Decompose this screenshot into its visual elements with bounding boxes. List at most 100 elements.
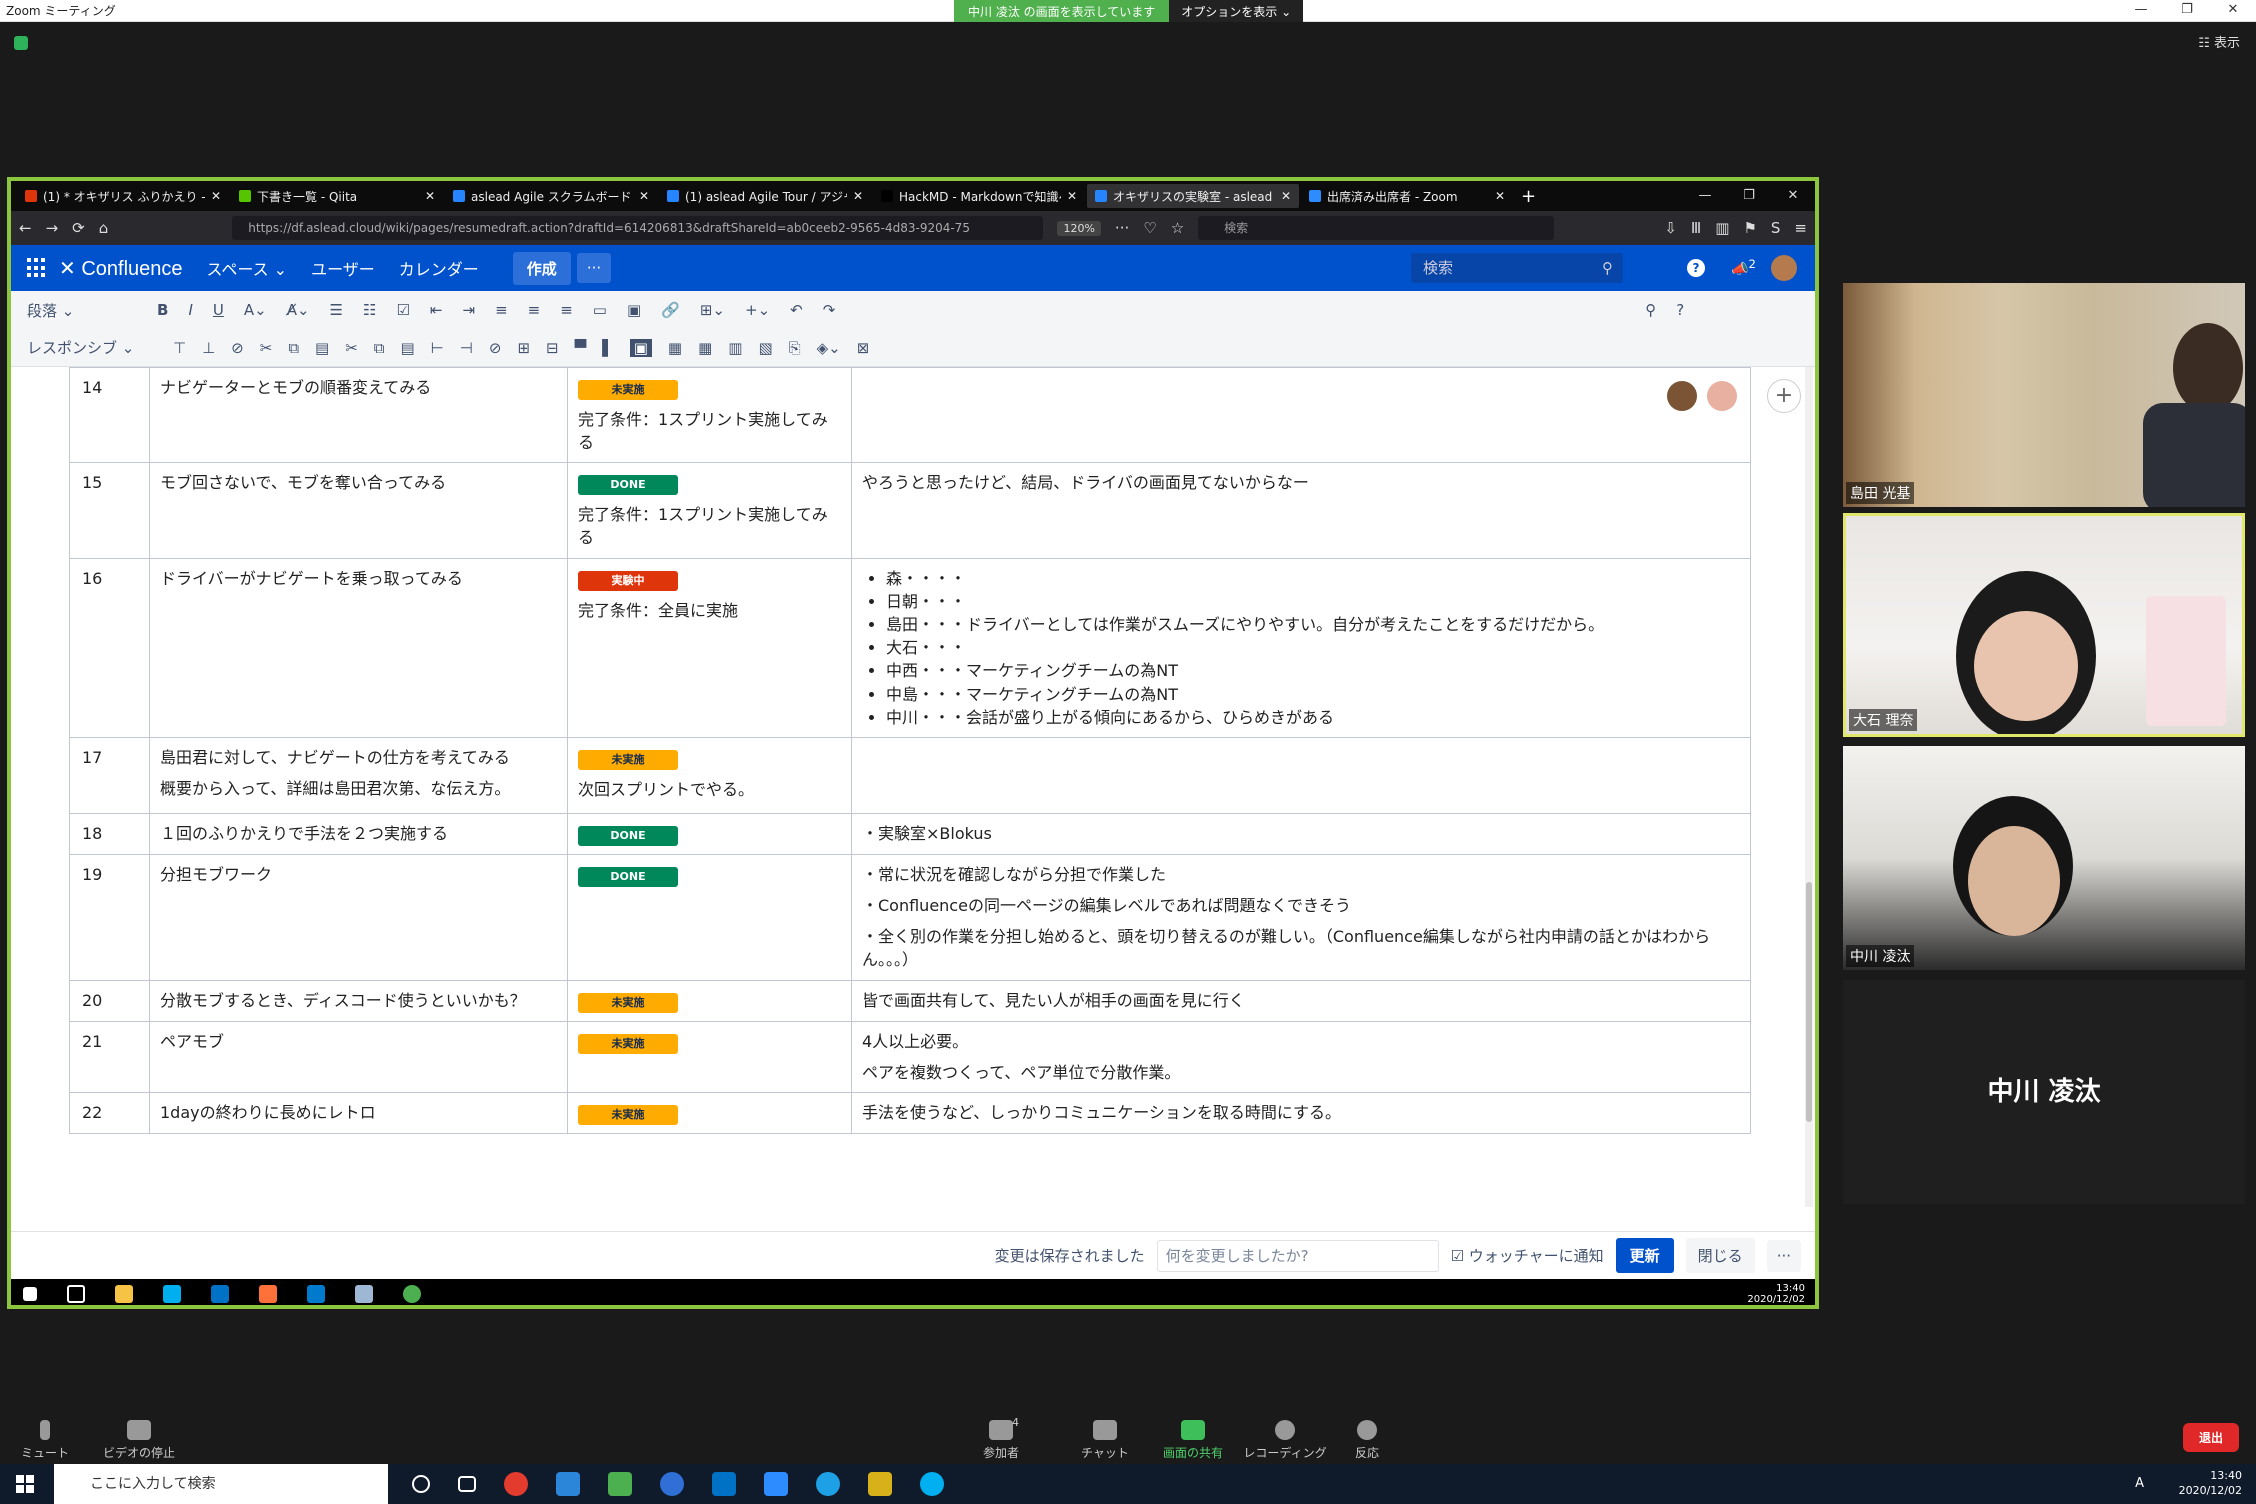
cell-color-icon[interactable]: ◈⌄ (817, 339, 841, 357)
indent-icon[interactable]: ⇥ (462, 301, 475, 319)
user-avatar[interactable] (1771, 255, 1797, 281)
outdent-icon[interactable]: ⇤ (430, 301, 443, 319)
pixel-app-icon[interactable] (868, 1472, 892, 1496)
bookmark-star-icon[interactable]: ☆ (1171, 219, 1184, 237)
chrome-icon[interactable] (504, 1472, 528, 1496)
ime-indicator[interactable]: A (2135, 1476, 2144, 1491)
collaborator-avatar[interactable] (1667, 381, 1697, 411)
back-icon[interactable]: ← (19, 219, 32, 237)
notes-cell[interactable]: 4人以上必要。 ペアを複数つくって、ペア単位で分散作業。 (851, 1020, 1751, 1093)
zoom-level-badge[interactable]: 120% (1057, 220, 1101, 236)
minimize-icon[interactable]: — (1683, 181, 1727, 211)
bullet-list-icon[interactable]: ☰ (330, 301, 343, 319)
highlight-row-icon[interactable]: ▦ (668, 339, 682, 357)
status-badge[interactable]: DONE (578, 475, 678, 496)
notes-icon[interactable] (355, 1285, 373, 1303)
cut-column-icon[interactable]: ✂ (345, 339, 358, 357)
extension-icon[interactable]: ⚑ (1743, 219, 1756, 237)
tab-close-icon[interactable]: ✕ (425, 189, 435, 203)
participant-video[interactable]: 中川 凌汰 (1843, 746, 2245, 970)
notes-cell[interactable]: やろうと思ったけど、結局、ドライバの画面見てないからなー (851, 462, 1751, 559)
video-button[interactable]: ビデオの停止 (94, 1420, 184, 1461)
leave-button[interactable]: 退出 (2183, 1423, 2240, 1452)
status-cell[interactable]: 実験中 完了条件：全員に実施 (567, 557, 852, 738)
tab-close-icon[interactable]: ✕ (211, 189, 221, 203)
outlook-icon[interactable] (211, 1285, 229, 1303)
tab-close-icon[interactable]: ✕ (1495, 189, 1505, 203)
insert-icon[interactable]: +⌄ (745, 301, 770, 319)
status-cell[interactable]: DONE (567, 853, 852, 981)
notes-cell[interactable]: 皆で画面共有して、見たい人が相手の画面を見に行く (851, 979, 1751, 1022)
insert-column-after-icon[interactable]: ⊣ (460, 339, 473, 357)
clover-icon[interactable] (608, 1472, 632, 1496)
status-badge[interactable]: 未実施 (578, 1104, 678, 1125)
create-more-button[interactable]: ··· (576, 253, 612, 283)
link-icon[interactable]: 🔗 (661, 301, 680, 319)
redo-icon[interactable]: ↷ (823, 301, 836, 319)
scrollbar-thumb[interactable] (1806, 882, 1812, 1122)
notes-cell[interactable]: ・実験室×Blokus (851, 812, 1751, 855)
remove-table-icon[interactable]: ▧ (758, 339, 772, 357)
chrome-icon[interactable] (403, 1285, 421, 1303)
reload-icon[interactable]: ⟳ (72, 219, 85, 237)
notes-cell[interactable]: 森・・・・日朝・・・島田・・・ドライバーとしては作業がスムーズにやりやすい。自分… (851, 557, 1751, 738)
task-view-icon[interactable] (67, 1285, 85, 1303)
paste-column-icon[interactable]: ▤ (401, 339, 415, 357)
heading-column-icon[interactable]: ▌ (602, 339, 614, 357)
action-cell[interactable]: ドライバーがナビゲートを乗っ取ってみる (149, 557, 568, 738)
os-search-input[interactable]: ここに入力して検索 (54, 1464, 388, 1504)
notes-cell[interactable] (851, 736, 1751, 814)
pocket-icon[interactable]: ♡ (1143, 219, 1156, 237)
editor-help-icon[interactable]: ? (1676, 301, 1684, 319)
vscode-icon[interactable] (307, 1285, 325, 1303)
underline-icon[interactable]: U (213, 301, 224, 319)
table-icon[interactable]: ⊞⌄ (700, 301, 725, 319)
browser-tab[interactable]: 出席済み出席者 - Zoom ✕ (1301, 184, 1513, 208)
paragraph-style-select[interactable]: 段落 ⌄ (27, 300, 137, 321)
copy-row-icon[interactable]: ⧉ (288, 339, 299, 357)
firefox-icon[interactable] (259, 1285, 277, 1303)
delete-row-icon[interactable]: ⊘ (231, 339, 244, 357)
add-collaborator-button[interactable]: + (1767, 379, 1801, 413)
more-formatting-icon[interactable]: A̸⌄ (287, 301, 310, 319)
tab-close-icon[interactable]: ✕ (853, 189, 863, 203)
copy-table-icon[interactable]: ⎘ (789, 339, 801, 357)
menu-icon[interactable]: ≡ (1794, 219, 1807, 237)
close-button[interactable]: 閉じる (1685, 1238, 1755, 1273)
more-actions-button[interactable]: ··· (1766, 1239, 1801, 1272)
skype-icon[interactable] (920, 1472, 944, 1496)
record-button[interactable]: レコーディング (1240, 1420, 1330, 1461)
chat-button[interactable]: チャット (1060, 1420, 1150, 1461)
browser-tab[interactable]: オキザリスの実験室 - aslead Agile ✕ (1087, 184, 1299, 208)
minimize-icon[interactable]: — (2118, 0, 2164, 22)
table-width-select[interactable]: レスポンシブ ⌄ (27, 337, 157, 358)
insert-row-before-icon[interactable]: ⊤ (173, 339, 186, 357)
tab-close-icon[interactable]: ✕ (639, 189, 649, 203)
status-badge[interactable]: 未実施 (578, 749, 678, 770)
paste-row-icon[interactable]: ▤ (315, 339, 329, 357)
explorer-icon[interactable] (115, 1285, 133, 1303)
delete-column-icon[interactable]: ⊘ (489, 339, 502, 357)
insert-column-before-icon[interactable]: ⊢ (431, 339, 444, 357)
confluence-search-input[interactable]: 検索 ⚲ (1411, 253, 1623, 283)
close-icon[interactable]: ✕ (1771, 181, 1815, 211)
help-icon[interactable]: ? (1687, 259, 1705, 277)
options-button[interactable]: オプションを表示 ⌄ (1169, 0, 1304, 22)
status-cell[interactable]: 未実施 (567, 1091, 852, 1134)
browser-search-input[interactable]: 検索 (1198, 216, 1555, 240)
participants-button[interactable]: 参加者 (956, 1420, 1046, 1461)
download-icon[interactable]: ⇩ (1664, 219, 1677, 237)
confluence-logo[interactable]: ✕ Confluence (59, 256, 183, 281)
status-badge[interactable]: DONE (578, 825, 678, 846)
align-right-icon[interactable]: ≡ (560, 301, 573, 319)
notify-watchers-checkbox[interactable]: ☑ ウォッチャーに通知 (1451, 1245, 1604, 1266)
action-cell[interactable]: 島田君に対して、ナビゲートの仕方を考えてみる 概要から入って、詳細は島田君次第、な… (149, 736, 568, 814)
browser-tab[interactable]: aslead Agile スクラムボード - アジャ ✕ (445, 184, 657, 208)
status-badge[interactable]: DONE (578, 866, 678, 887)
windows-start-icon[interactable] (23, 1287, 37, 1301)
action-cell[interactable]: 分散モブするとき、ディスコード使うといいかも？ (149, 979, 568, 1022)
browser-tab[interactable]: 下書き一覧 - Qiita ✕ (231, 184, 443, 208)
browser-tab[interactable]: HackMD - Markdownで知識ベ ✕ (873, 184, 1085, 208)
new-tab-icon[interactable]: + (1521, 186, 1536, 207)
editor-scrollbar[interactable] (1805, 367, 1813, 1207)
